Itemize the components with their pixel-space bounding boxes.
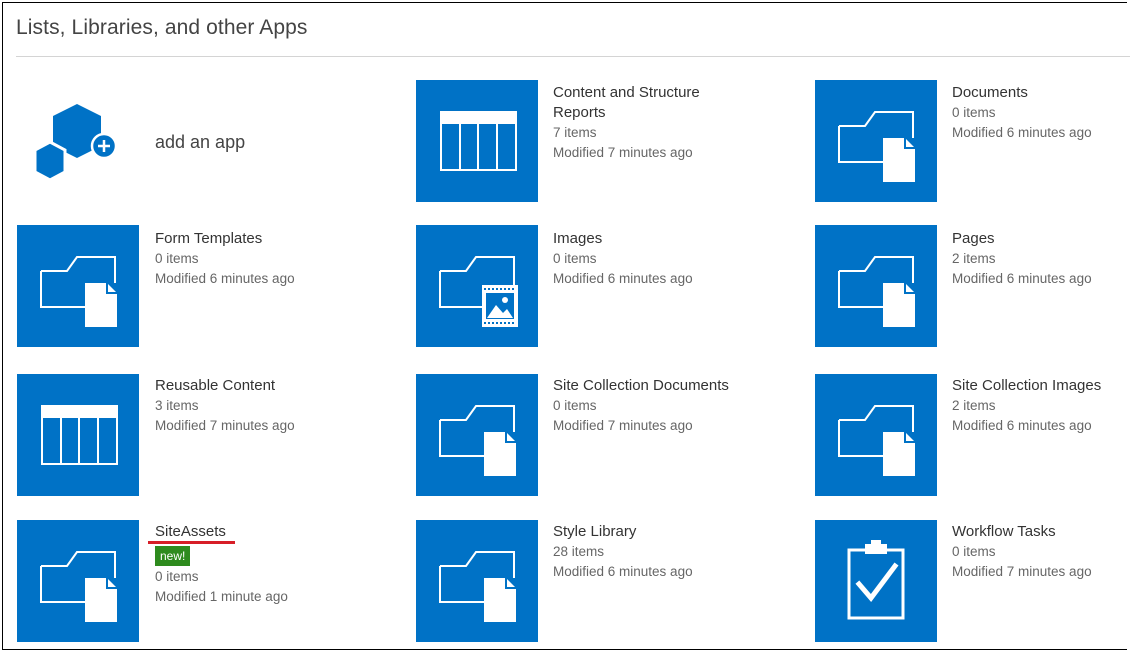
app-item-count: 2 items	[952, 251, 996, 266]
app-tile-form-templates[interactable]	[17, 225, 139, 347]
app-info-documents: Documents 0 items Modified 6 minutes ago	[952, 83, 1127, 143]
app-modified: Modified 6 minutes ago	[553, 271, 693, 286]
app-name[interactable]: Style Library	[553, 522, 743, 542]
title-divider	[16, 56, 1130, 57]
folder-document-icon	[40, 256, 117, 327]
folder-document-icon	[838, 405, 915, 476]
app-info-siteassets: SiteAssets new! 0 items Modified 1 minut…	[155, 522, 345, 607]
app-tile-site-collection-documents[interactable]	[416, 374, 538, 496]
page-title: Lists, Libraries, and other Apps	[16, 16, 308, 39]
app-item-count: 0 items	[155, 251, 199, 266]
highlight-underline	[148, 541, 235, 544]
list-icon	[41, 405, 118, 465]
app-name[interactable]: SiteAssets	[155, 522, 345, 542]
app-item-count: 2 items	[952, 398, 996, 413]
app-modified: Modified 7 minutes ago	[553, 145, 693, 160]
folder-image-icon	[439, 256, 518, 327]
app-modified: Modified 6 minutes ago	[952, 125, 1092, 140]
app-modified: Modified 6 minutes ago	[952, 271, 1092, 286]
folder-document-icon	[838, 111, 915, 182]
app-tile-pages[interactable]	[815, 225, 937, 347]
app-name[interactable]: Content and Structure Reports	[553, 83, 743, 123]
app-info-site-collection-documents: Site Collection Documents 0 items Modifi…	[553, 376, 773, 436]
app-tile-siteassets[interactable]	[17, 520, 139, 642]
app-name[interactable]: Images	[553, 229, 743, 249]
app-name[interactable]: Workflow Tasks	[952, 522, 1127, 542]
app-modified: Modified 1 minute ago	[155, 589, 288, 604]
app-info-workflow-tasks: Workflow Tasks 0 items Modified 7 minute…	[952, 522, 1127, 582]
app-item-count: 0 items	[952, 105, 996, 120]
folder-document-icon	[838, 256, 915, 327]
new-badge: new!	[155, 546, 191, 566]
app-modified: Modified 7 minutes ago	[952, 564, 1092, 579]
app-tile-documents[interactable]	[815, 80, 937, 202]
app-tile-style-library[interactable]	[416, 520, 538, 642]
folder-document-icon	[439, 405, 516, 476]
app-name[interactable]: Site Collection Documents	[553, 376, 773, 396]
add-app-label[interactable]: add an app	[155, 132, 245, 153]
app-item-count: 0 items	[155, 569, 199, 584]
app-name[interactable]: Site Collection Images	[952, 376, 1128, 396]
app-modified: Modified 7 minutes ago	[155, 418, 295, 433]
app-modified: Modified 7 minutes ago	[553, 418, 693, 433]
app-tile-images[interactable]	[416, 225, 538, 347]
app-info-images: Images 0 items Modified 6 minutes ago	[553, 229, 743, 289]
app-name[interactable]: Documents	[952, 83, 1127, 103]
app-tile-workflow-tasks[interactable]	[815, 520, 937, 642]
folder-document-icon	[40, 551, 117, 622]
app-info-site-collection-images: Site Collection Images 2 items Modified …	[952, 376, 1128, 436]
app-item-count: 0 items	[952, 544, 996, 559]
app-item-count: 0 items	[553, 251, 597, 266]
list-icon	[440, 111, 517, 171]
app-modified: Modified 6 minutes ago	[952, 418, 1092, 433]
app-item-count: 7 items	[553, 125, 597, 140]
app-info-style-library: Style Library 28 items Modified 6 minute…	[553, 522, 743, 582]
app-info-form-templates: Form Templates 0 items Modified 6 minute…	[155, 229, 345, 289]
app-name[interactable]: Pages	[952, 229, 1127, 249]
app-info-pages: Pages 2 items Modified 6 minutes ago	[952, 229, 1127, 289]
app-info-reusable-content: Reusable Content 3 items Modified 7 minu…	[155, 376, 345, 436]
app-name[interactable]: Form Templates	[155, 229, 345, 249]
app-item-count: 28 items	[553, 544, 605, 559]
app-item-count: 0 items	[553, 398, 597, 413]
app-modified: Modified 6 minutes ago	[155, 271, 295, 286]
app-tile-content-structure-reports[interactable]	[416, 80, 538, 202]
folder-document-icon	[439, 551, 516, 622]
app-name[interactable]: Reusable Content	[155, 376, 345, 396]
add-app-icon	[33, 104, 118, 182]
app-tile-site-collection-images[interactable]	[815, 374, 937, 496]
app-item-count: 3 items	[155, 398, 199, 413]
app-info-content-structure-reports: Content and Structure Reports 7 items Mo…	[553, 83, 743, 163]
app-modified: Modified 6 minutes ago	[553, 564, 693, 579]
app-tile-reusable-content[interactable]	[17, 374, 139, 496]
task-clipboard-icon	[847, 540, 905, 620]
